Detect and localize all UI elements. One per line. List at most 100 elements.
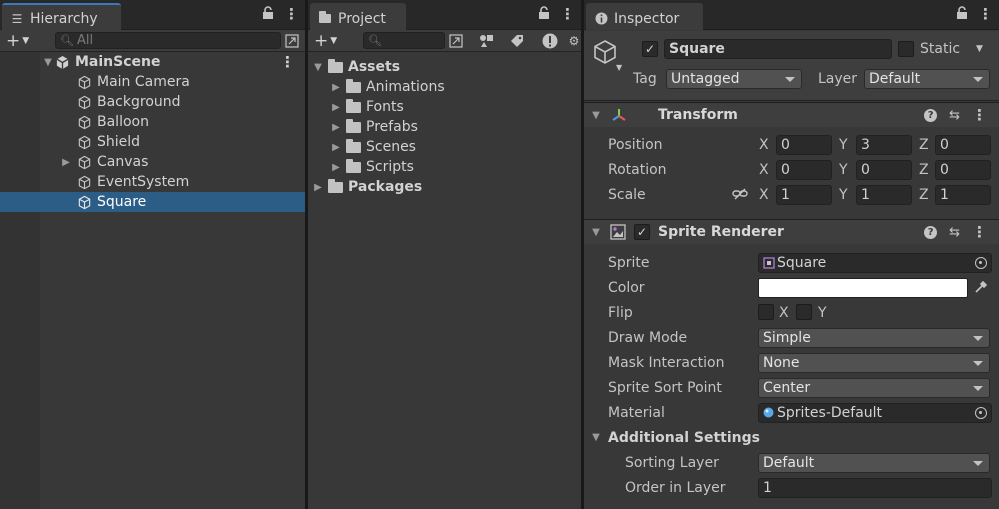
assets-folder-row[interactable]: ▼ Assets [308, 57, 400, 77]
tab-project[interactable]: Project [310, 3, 406, 30]
order-in-layer-row: Order in Layer 1 [584, 475, 999, 500]
create-button[interactable]: + ▼ [308, 31, 343, 51]
expand-arrow-icon[interactable]: ▼ [312, 62, 324, 73]
expand-arrow-icon[interactable]: ▼ [42, 57, 54, 68]
scale-y-field[interactable]: 1 [856, 184, 912, 205]
expand-arrow-icon[interactable]: ▶ [330, 82, 342, 93]
active-toggle[interactable]: ✓ [642, 41, 658, 57]
draw-mode-dropdown[interactable]: Simple [758, 327, 990, 348]
more-options-icon[interactable]: ⋮ [284, 7, 299, 22]
static-toggle[interactable] [898, 41, 914, 57]
axis-y-label[interactable]: Y [839, 162, 848, 178]
more-options-icon[interactable]: ⋮ [978, 7, 993, 22]
sprite-renderer-enabled-toggle[interactable]: ✓ [634, 224, 650, 240]
rotation-x-field[interactable]: 0 [776, 159, 832, 180]
hierarchy-item[interactable]: EventSystem [0, 172, 305, 192]
mask-interaction-dropdown[interactable]: None [758, 352, 990, 373]
hierarchy-item[interactable]: Balloon [0, 112, 305, 132]
position-y-field[interactable]: 3 [856, 134, 912, 155]
search-scope-icon[interactable] [447, 32, 465, 49]
folder-row[interactable]: ▶ Prefabs [308, 117, 418, 137]
flip-x-toggle[interactable] [758, 304, 774, 320]
axis-y-label[interactable]: Y [839, 187, 848, 203]
constrain-proportions-icon[interactable] [732, 188, 748, 204]
folder-row[interactable]: ▶ Fonts [308, 97, 404, 117]
sort-point-dropdown[interactable]: Center [758, 377, 990, 398]
scene-options-icon[interactable]: ⋮ [280, 54, 295, 70]
hierarchy-item-selected[interactable]: Square [0, 192, 305, 212]
lock-icon[interactable] [956, 6, 968, 23]
sprite-renderer-header[interactable]: ▼ ✓ Sprite Renderer ? ⇆ ⋮ [584, 219, 999, 244]
lock-icon[interactable] [262, 6, 274, 23]
hidden-packages-icon[interactable]: ⚙ [567, 32, 581, 49]
folder-row[interactable]: ▶ Scripts [308, 157, 414, 177]
sprite-object-field[interactable]: Square [758, 252, 992, 273]
layer-dropdown[interactable]: Default [864, 69, 990, 89]
filter-by-label-icon[interactable] [508, 32, 526, 49]
order-in-layer-field[interactable]: 1 [758, 477, 992, 498]
additional-settings-foldout[interactable]: ▼ Additional Settings [584, 425, 999, 450]
position-x-field[interactable]: 0 [776, 134, 832, 155]
folder-label: Prefabs [366, 119, 418, 135]
more-options-icon[interactable]: ⋮ [560, 7, 575, 22]
object-picker-icon[interactable] [975, 256, 987, 269]
folder-row[interactable]: ▶ Scenes [308, 137, 416, 157]
component-menu-icon[interactable]: ⋮ [972, 107, 987, 123]
static-dropdown-icon[interactable]: ▼ [976, 44, 983, 54]
material-object-field[interactable]: Sprites-Default [758, 402, 992, 423]
help-icon[interactable]: ? [924, 225, 938, 239]
project-search-input[interactable]: 🔍︎ [363, 32, 445, 49]
folder-row[interactable]: ▶ Animations [308, 77, 445, 97]
additional-settings-label: Additional Settings [608, 429, 760, 446]
axis-z-label[interactable]: Z [919, 137, 929, 153]
presets-icon[interactable]: ⇆ [949, 108, 960, 123]
create-button[interactable]: + ▼ [0, 31, 35, 51]
hierarchy-search-input[interactable]: 🔍︎ All [55, 32, 281, 49]
presets-icon[interactable]: ⇆ [949, 225, 960, 240]
console-warning-icon[interactable] [541, 32, 559, 49]
filter-by-type-icon[interactable] [478, 32, 496, 49]
hierarchy-item[interactable]: ▶ Canvas [0, 152, 305, 172]
axis-z-label[interactable]: Z [919, 162, 929, 178]
help-icon[interactable]: ? [924, 108, 938, 122]
hierarchy-item[interactable]: Shield [0, 132, 305, 152]
axis-x-label[interactable]: X [759, 187, 769, 203]
tag-dropdown[interactable]: Untagged [666, 69, 802, 89]
packages-folder-row[interactable]: ▶ Packages [308, 177, 422, 197]
gameobject-large-icon[interactable] [592, 39, 618, 69]
expand-arrow-icon[interactable]: ▶ [330, 142, 342, 153]
component-menu-icon[interactable]: ⋮ [972, 224, 987, 240]
collapse-arrow-icon[interactable]: ▼ [590, 227, 602, 238]
axis-x-label[interactable]: X [759, 162, 769, 178]
expand-arrow-icon[interactable]: ▶ [330, 162, 342, 173]
sorting-layer-dropdown[interactable]: Default [758, 452, 990, 473]
transform-header[interactable]: ▼ Transform ? ⇆ ⋮ [584, 102, 999, 127]
collapse-arrow-icon[interactable]: ▼ [590, 432, 602, 443]
eyedropper-icon[interactable] [974, 280, 988, 298]
scale-z-field[interactable]: 1 [935, 184, 991, 205]
axis-y-label[interactable]: Y [839, 137, 848, 153]
expand-arrow-icon[interactable]: ▶ [60, 157, 72, 168]
axis-x-label[interactable]: X [759, 137, 769, 153]
axis-z-label[interactable]: Z [919, 187, 929, 203]
flip-y-toggle[interactable] [796, 304, 812, 320]
object-picker-icon[interactable] [975, 406, 987, 419]
scene-row[interactable]: ▼ MainScene ⋮ [0, 52, 305, 72]
hierarchy-item[interactable]: Main Camera [0, 72, 305, 92]
expand-arrow-icon[interactable]: ▶ [330, 122, 342, 133]
chevron-down-icon[interactable]: ▼ [616, 63, 622, 72]
position-z-field[interactable]: 0 [935, 134, 991, 155]
rotation-z-field[interactable]: 0 [935, 159, 991, 180]
lock-icon[interactable] [538, 6, 550, 23]
tab-hierarchy[interactable]: ☰ Hierarchy [2, 3, 121, 30]
color-swatch[interactable] [758, 277, 968, 298]
collapse-arrow-icon[interactable]: ▼ [590, 110, 602, 121]
scene-visibility-icon[interactable] [283, 32, 301, 49]
scale-x-field[interactable]: 1 [776, 184, 832, 205]
expand-arrow-icon[interactable]: ▶ [330, 102, 342, 113]
hierarchy-item[interactable]: Background [0, 92, 305, 112]
rotation-y-field[interactable]: 0 [856, 159, 912, 180]
expand-arrow-icon[interactable]: ▶ [312, 182, 324, 193]
object-name-field[interactable]: Square [664, 39, 892, 59]
tab-inspector[interactable]: Inspector [586, 3, 703, 30]
